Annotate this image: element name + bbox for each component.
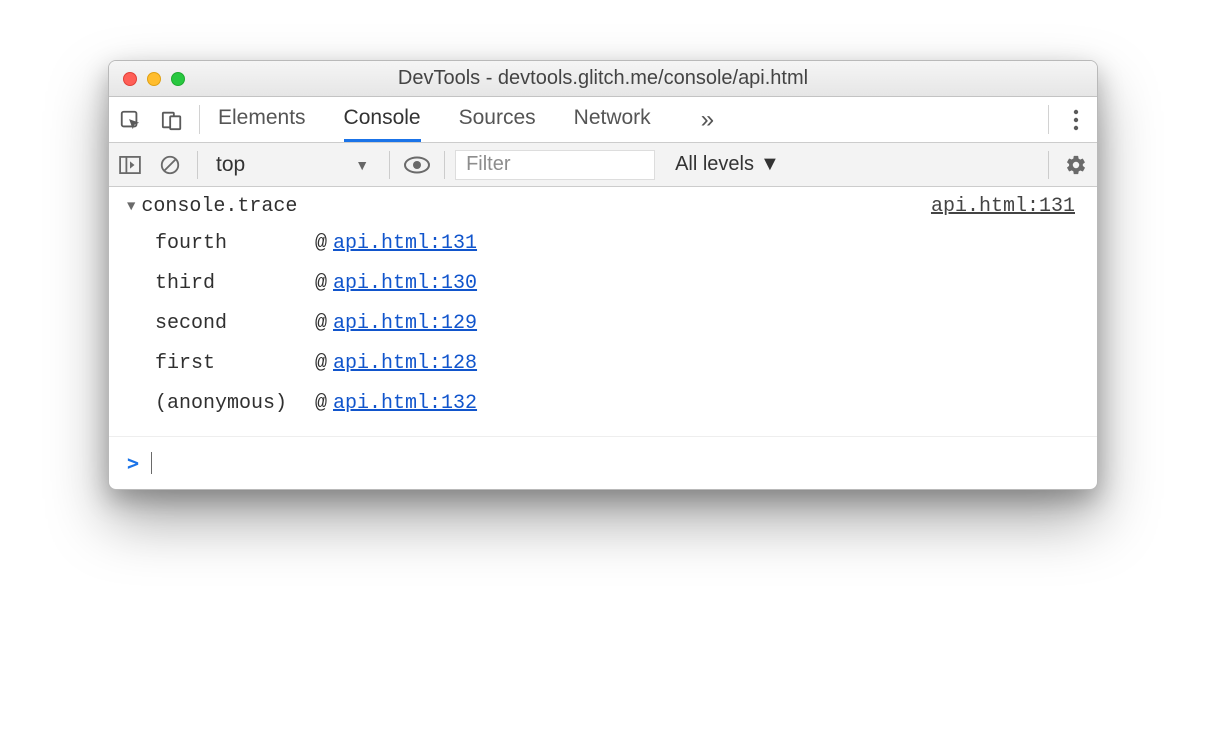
stack-source-link[interactable]: api.html:130 [333, 264, 477, 304]
stack-function-name: (anonymous) [155, 384, 315, 424]
tabs-divider-right [1048, 105, 1049, 134]
tabs-list: Elements Console Sources Network » [206, 97, 1042, 142]
log-levels-label: All levels [675, 153, 754, 176]
source-link[interactable]: api.html:131 [931, 195, 1075, 218]
console-prompt[interactable]: > [109, 437, 1097, 489]
disclosure-triangle-icon[interactable]: ▼ [127, 199, 135, 215]
tab-elements[interactable]: Elements [218, 97, 306, 142]
stack-frame: first @ api.html:128 [155, 344, 1097, 384]
inspect-element-icon[interactable] [109, 97, 151, 142]
chevron-down-icon: ▼ [355, 157, 369, 173]
stack-source-link[interactable]: api.html:132 [333, 384, 477, 424]
traffic-lights [123, 72, 185, 86]
window-titlebar: DevTools - devtools.glitch.me/console/ap… [109, 61, 1097, 97]
at-symbol: @ [315, 264, 327, 304]
live-expression-icon[interactable] [400, 148, 434, 182]
maximize-window-button[interactable] [171, 72, 185, 86]
tabs-divider [199, 105, 200, 134]
filter-input[interactable] [455, 150, 655, 180]
execution-context-label: top [216, 153, 245, 177]
stack-function-name: first [155, 344, 315, 384]
stack-frame: third @ api.html:130 [155, 264, 1097, 304]
clear-console-icon[interactable] [153, 148, 187, 182]
toolbar-divider [444, 151, 445, 179]
minimize-window-button[interactable] [147, 72, 161, 86]
toggle-sidebar-icon[interactable] [113, 148, 147, 182]
console-trace-entry: ▼ console.trace api.html:131 fourth @ ap… [109, 187, 1097, 437]
tab-network[interactable]: Network [574, 97, 651, 142]
stack-function-name: fourth [155, 224, 315, 264]
stack-function-name: second [155, 304, 315, 344]
console-settings-icon[interactable] [1059, 148, 1093, 182]
stack-function-name: third [155, 264, 315, 304]
prompt-chevron-icon: > [127, 451, 139, 475]
tabs-bar: Elements Console Sources Network » [109, 97, 1097, 143]
device-toolbar-icon[interactable] [151, 97, 193, 142]
log-levels-selector[interactable]: All levels ▼ [675, 153, 780, 176]
toolbar-divider [389, 151, 390, 179]
console-output: ▼ console.trace api.html:131 fourth @ ap… [109, 187, 1097, 489]
at-symbol: @ [315, 224, 327, 264]
more-tabs-button[interactable]: » [689, 97, 726, 142]
execution-context-selector[interactable]: top ▼ [208, 153, 379, 177]
trace-label: console.trace [141, 195, 297, 218]
trace-header[interactable]: ▼ console.trace api.html:131 [127, 195, 1097, 218]
console-toolbar: top ▼ All levels ▼ [109, 143, 1097, 187]
stack-frame: (anonymous) @ api.html:132 [155, 384, 1097, 424]
devtools-window: DevTools - devtools.glitch.me/console/ap… [108, 60, 1098, 490]
stack-trace: fourth @ api.html:131 third @ api.html:1… [127, 218, 1097, 424]
at-symbol: @ [315, 344, 327, 384]
tab-console[interactable]: Console [344, 97, 421, 142]
window-title: DevTools - devtools.glitch.me/console/ap… [109, 67, 1097, 90]
stack-source-link[interactable]: api.html:129 [333, 304, 477, 344]
close-window-button[interactable] [123, 72, 137, 86]
at-symbol: @ [315, 304, 327, 344]
chevron-down-icon: ▼ [760, 153, 780, 176]
at-symbol: @ [315, 384, 327, 424]
toolbar-divider [197, 151, 198, 179]
tab-sources[interactable]: Sources [459, 97, 536, 142]
toolbar-divider [1048, 151, 1049, 179]
stack-source-link[interactable]: api.html:131 [333, 224, 477, 264]
text-cursor [151, 452, 152, 474]
stack-source-link[interactable]: api.html:128 [333, 344, 477, 384]
stack-frame: fourth @ api.html:131 [155, 224, 1097, 264]
stack-frame: second @ api.html:129 [155, 304, 1097, 344]
devtools-menu-button[interactable] [1055, 97, 1097, 142]
